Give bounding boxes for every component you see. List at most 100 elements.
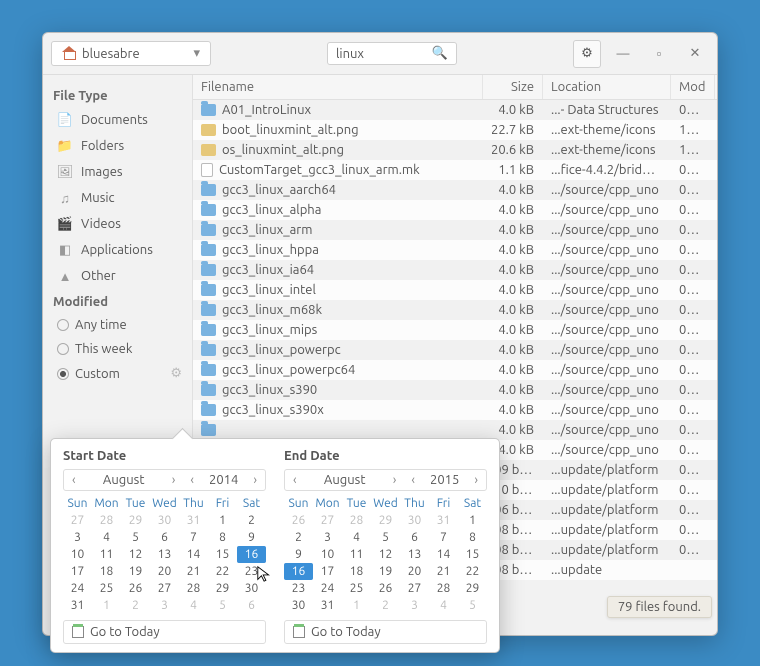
next-month-button[interactable]: ›	[166, 472, 182, 488]
calendar-day[interactable]: 6	[400, 529, 429, 546]
calendar-day[interactable]: 30	[150, 512, 179, 529]
calendar-day[interactable]: 1	[208, 512, 237, 529]
calendar-day[interactable]: 1	[92, 597, 121, 614]
calendar-day[interactable]: 29	[458, 580, 487, 597]
calendar-day[interactable]: 28	[429, 580, 458, 597]
calendar-day[interactable]: 19	[371, 563, 400, 580]
gear-icon[interactable]: ⚙	[170, 366, 182, 381]
calendar-day[interactable]: 9	[237, 529, 266, 546]
calendar-day[interactable]: 7	[429, 529, 458, 546]
calendar-day[interactable]: 13	[150, 546, 179, 563]
calendar-day[interactable]: 29	[121, 512, 150, 529]
calendar-day[interactable]: 2	[121, 597, 150, 614]
calendar-day[interactable]: 30	[284, 597, 313, 614]
calendar-day[interactable]: 3	[150, 597, 179, 614]
calendar-day[interactable]: 27	[150, 580, 179, 597]
calendar-day[interactable]: 31	[63, 597, 92, 614]
calendar-day[interactable]: 11	[342, 546, 371, 563]
modified-any-time[interactable]: Any time	[43, 313, 192, 337]
go-to-today-button[interactable]: Go to Today	[63, 620, 266, 644]
calendar-day[interactable]: 31	[429, 512, 458, 529]
prev-month-button[interactable]: ‹	[287, 472, 303, 488]
filetype-videos[interactable]: 🎬Videos	[43, 211, 192, 237]
table-row[interactable]: gcc3_linux_aarch644.0 kB.../source/cpp_u…	[193, 180, 717, 200]
calendar-day[interactable]: 12	[371, 546, 400, 563]
calendar-day[interactable]: 14	[429, 546, 458, 563]
calendar-day[interactable]: 9	[284, 546, 313, 563]
search-input[interactable]	[336, 47, 432, 61]
maximize-button[interactable]: ▫	[645, 40, 673, 68]
calendar-day[interactable]: 16	[237, 546, 266, 563]
next-year-button[interactable]: ›	[247, 472, 263, 488]
calendar-day[interactable]: 10	[313, 546, 342, 563]
calendar-day[interactable]: 13	[400, 546, 429, 563]
calendar-day[interactable]: 27	[400, 580, 429, 597]
calendar-day[interactable]: 22	[458, 563, 487, 580]
calendar-day[interactable]: 30	[237, 580, 266, 597]
modified-custom[interactable]: Custom⚙	[43, 361, 192, 386]
calendar-day[interactable]: 24	[63, 580, 92, 597]
calendar-day[interactable]: 10	[63, 546, 92, 563]
prev-year-button[interactable]: ‹	[184, 472, 200, 488]
calendar-day[interactable]: 18	[342, 563, 371, 580]
calendar-day[interactable]: 20	[400, 563, 429, 580]
table-row[interactable]: gcc3_linux_mips4.0 kB.../source/cpp_uno0…	[193, 320, 717, 340]
calendar-day[interactable]: 31	[179, 512, 208, 529]
location-button[interactable]: bluesabre ▾	[51, 41, 211, 66]
calendar-day[interactable]: 27	[63, 512, 92, 529]
calendar-day[interactable]: 29	[371, 512, 400, 529]
table-row[interactable]: A01_IntroLinux4.0 kB...- Data Structures…	[193, 100, 717, 120]
filetype-documents[interactable]: 📄Documents	[43, 107, 192, 133]
calendar-day[interactable]: 16	[284, 563, 313, 580]
calendar-day[interactable]: 22	[208, 563, 237, 580]
calendar-day[interactable]: 8	[208, 529, 237, 546]
filetype-folders[interactable]: 📁Folders	[43, 133, 192, 159]
calendar-day[interactable]: 27	[313, 512, 342, 529]
calendar-day[interactable]: 5	[121, 529, 150, 546]
calendar-day[interactable]: 19	[121, 563, 150, 580]
close-button[interactable]: ✕	[681, 40, 709, 68]
calendar-day[interactable]: 15	[458, 546, 487, 563]
calendar-day[interactable]: 25	[342, 580, 371, 597]
calendar-day[interactable]: 21	[429, 563, 458, 580]
col-filename[interactable]: Filename	[193, 75, 483, 99]
table-row[interactable]: gcc3_linux_hppa4.0 kB.../source/cpp_uno0…	[193, 240, 717, 260]
calendar-day[interactable]: 31	[313, 597, 342, 614]
table-row[interactable]: gcc3_linux_powerpc644.0 kB.../source/cpp…	[193, 360, 717, 380]
calendar-day[interactable]: 6	[150, 529, 179, 546]
minimize-button[interactable]: —	[609, 40, 637, 68]
prev-year-button[interactable]: ‹	[405, 472, 421, 488]
col-size[interactable]: Size	[483, 75, 543, 99]
calendar-day[interactable]: 26	[371, 580, 400, 597]
search-field[interactable]: 🔍	[327, 42, 457, 65]
calendar-day[interactable]: 4	[179, 597, 208, 614]
calendar-day[interactable]: 3	[63, 529, 92, 546]
calendar-day[interactable]: 8	[458, 529, 487, 546]
col-modified[interactable]: Mod	[671, 75, 715, 99]
next-month-button[interactable]: ›	[387, 472, 403, 488]
calendar-day[interactable]: 24	[313, 580, 342, 597]
calendar-day[interactable]: 18	[92, 563, 121, 580]
calendar-day[interactable]: 5	[371, 529, 400, 546]
calendar-day[interactable]: 29	[208, 580, 237, 597]
filetype-applications[interactable]: ◧Applications	[43, 237, 192, 263]
table-row[interactable]: gcc3_linux_arm4.0 kB.../source/cpp_uno03…	[193, 220, 717, 240]
filetype-other[interactable]: ▲Other	[43, 263, 192, 289]
calendar-day[interactable]: 14	[179, 546, 208, 563]
table-row[interactable]: os_linuxmint_alt.png20.6 kB...ext-theme/…	[193, 140, 717, 160]
calendar-day[interactable]: 21	[179, 563, 208, 580]
table-row[interactable]: gcc3_linux_powerpc4.0 kB.../source/cpp_u…	[193, 340, 717, 360]
filetype-music[interactable]: ♫Music	[43, 185, 192, 211]
table-row[interactable]: gcc3_linux_ia644.0 kB.../source/cpp_uno0…	[193, 260, 717, 280]
table-row[interactable]: gcc3_linux_s3904.0 kB.../source/cpp_uno0…	[193, 380, 717, 400]
calendar-day[interactable]: 6	[237, 597, 266, 614]
table-row[interactable]: boot_linuxmint_alt.png22.7 kB...ext-them…	[193, 120, 717, 140]
settings-button[interactable]: ⚙	[573, 40, 601, 68]
calendar-day[interactable]: 26	[121, 580, 150, 597]
table-row[interactable]: 4.0 kB.../source/cpp_uno03/2	[193, 420, 717, 440]
table-row[interactable]: gcc3_linux_intel4.0 kB.../source/cpp_uno…	[193, 280, 717, 300]
table-row[interactable]: gcc3_linux_s390x4.0 kB.../source/cpp_uno…	[193, 400, 717, 420]
table-row[interactable]: gcc3_linux_m68k4.0 kB.../source/cpp_uno0…	[193, 300, 717, 320]
prev-month-button[interactable]: ‹	[66, 472, 82, 488]
next-year-button[interactable]: ›	[468, 472, 484, 488]
